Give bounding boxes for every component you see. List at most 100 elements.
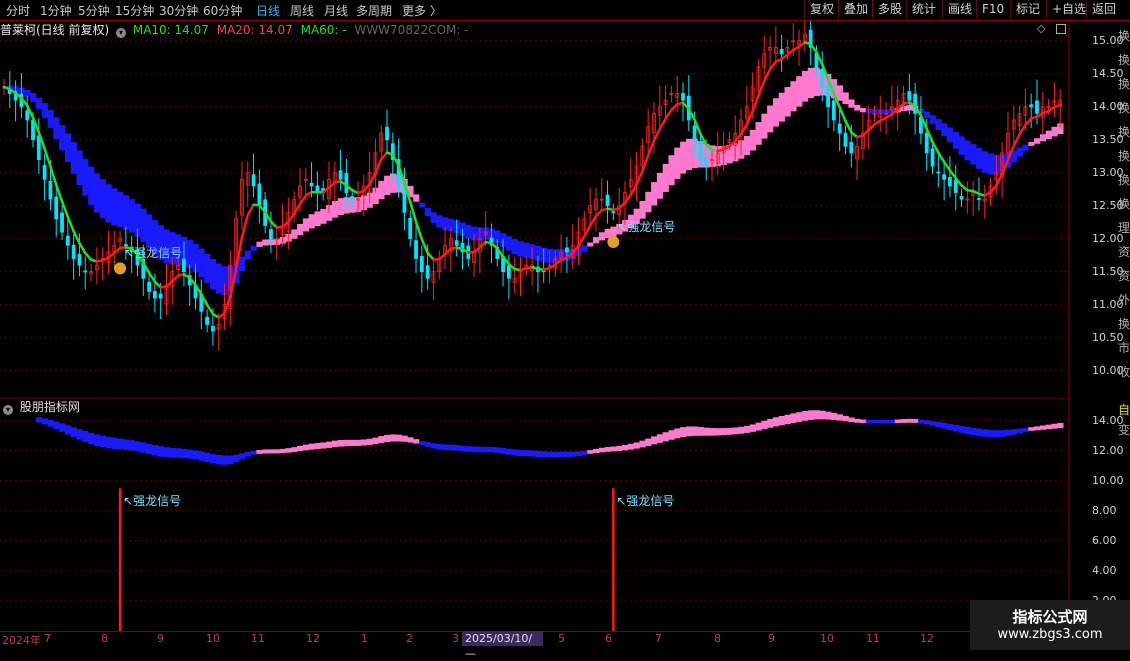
indicator-band-segment [425,442,431,447]
trend-band-segment [982,151,988,172]
indicator-band-segment [523,450,529,456]
trend-band-segment [245,251,251,260]
date-tick: 9 [157,632,164,645]
fast-ma-segment [271,222,277,228]
toolbar-button-1[interactable]: 叠加 [838,0,873,19]
trend-band-segment [77,151,83,186]
indicator-band-segment [744,426,750,433]
tab-0[interactable]: 分时 [6,2,30,19]
fast-ma-segment [938,153,944,162]
toolbar-button-2[interactable]: 多股 [872,0,907,19]
fast-ma-segment [991,185,997,192]
candle-body [420,256,423,271]
fast-ma-segment [741,124,747,134]
candle-body [351,196,354,199]
indicator-axis: 14.0012.0010.008.006.004.002.00 [1070,398,1118,631]
indicator-band-segment [895,419,901,423]
trend-band-segment [779,93,785,122]
indicator-band-segment [402,436,408,442]
tab-7[interactable]: 周线 [290,2,314,19]
indicator-band-segment [668,430,674,440]
indicator-band-segment [727,428,733,435]
candle-body [182,259,185,272]
indicator-band-segment [988,430,994,437]
indicator-band-segment [373,438,379,444]
indicator-band-segment [686,427,692,437]
toolbar-button-8[interactable]: 返回 [1086,0,1121,19]
tab-6[interactable]: 日线 [256,2,280,19]
indicator-band-segment [436,444,442,449]
fast-ma-segment [68,217,74,232]
indicator-band-segment [36,417,42,422]
fast-ma-segment [758,81,764,96]
tab-4[interactable]: 30分钟 [159,2,198,19]
indicator-band-segment [506,449,512,455]
indicator-band-segment [773,417,779,426]
toolbar-button-7[interactable]: +自选 [1046,0,1091,19]
trend-band-segment [262,240,268,246]
indicator-band-segment [982,429,988,437]
indicator-band-segment [129,440,135,450]
fast-ma-segment [375,159,381,173]
fast-ma-segment [625,195,631,203]
indicator-band-segment [1046,425,1052,430]
indicator-chart[interactable] [0,398,1070,631]
indicator-band-segment [413,439,419,443]
toolbar-button-3[interactable]: 统计 [906,0,941,19]
trend-band-segment [129,199,135,232]
indicator-band-segment [59,423,65,431]
indicator-band-segment [106,437,112,448]
tab-3[interactable]: 15分钟 [115,2,154,19]
candle-body [409,218,412,238]
trend-band-segment [239,257,245,271]
indicator-band-segment [274,449,280,453]
indicator-band-segment [483,447,489,452]
indicator-band-segment [657,434,663,443]
indicator-band-segment [1028,427,1034,431]
side-panel-char: 换 [1118,123,1130,140]
candle-body [43,165,46,179]
fast-ma-segment [45,149,51,167]
toolbar-button-4[interactable]: 画线 [942,0,977,19]
indicator-tick: 6.00 [1092,534,1117,547]
signal-label-main: ↖强龙信号 [124,244,182,261]
tab-10[interactable]: 更多 〉 [402,2,442,19]
tab-2[interactable]: 5分钟 [78,2,110,19]
toolbar-button-6[interactable]: 标记 [1010,0,1045,19]
fast-ma-segment [300,195,306,204]
trend-band-segment [941,123,947,136]
indicator-band-segment [140,442,146,452]
tab-8[interactable]: 月线 [324,2,348,19]
indicator-band-segment [709,428,715,436]
trend-band-segment [744,136,750,155]
indicator-band-segment [338,440,344,447]
indicator-band-segment [117,439,123,450]
fast-ma-segment [648,141,654,156]
indicator-band-segment [843,416,849,421]
indicator-band-segment [959,426,965,433]
tab-9[interactable]: 多周期 [356,2,392,19]
indicator-band-segment [268,449,274,453]
trend-band-segment [204,254,210,283]
trend-band-segment [506,236,512,250]
tab-5[interactable]: 60分钟 [203,2,242,19]
indicator-band-segment [256,450,262,454]
tab-1[interactable]: 1分钟 [40,2,72,19]
candle-body [827,85,830,107]
trend-band-segment [808,68,814,98]
indicator-band-segment [889,420,895,424]
signal-label-main: ↖强龙信号 [617,218,675,235]
indicator-band-segment [123,439,129,450]
kline-chart[interactable] [0,21,1070,397]
indicator-band-segment [790,413,796,423]
fast-ma-segment [579,236,585,245]
indicator-band-segment [82,431,88,442]
toolbar-button-0[interactable]: 复权 [804,0,839,19]
trend-band-segment [94,173,100,212]
trend-band-segment [680,142,686,174]
candle-body [948,177,951,186]
trend-band-segment [425,208,431,216]
indicator-band-segment [460,446,466,452]
trend-band-segment [593,237,599,243]
toolbar-button-5[interactable]: F10 [976,0,1009,19]
